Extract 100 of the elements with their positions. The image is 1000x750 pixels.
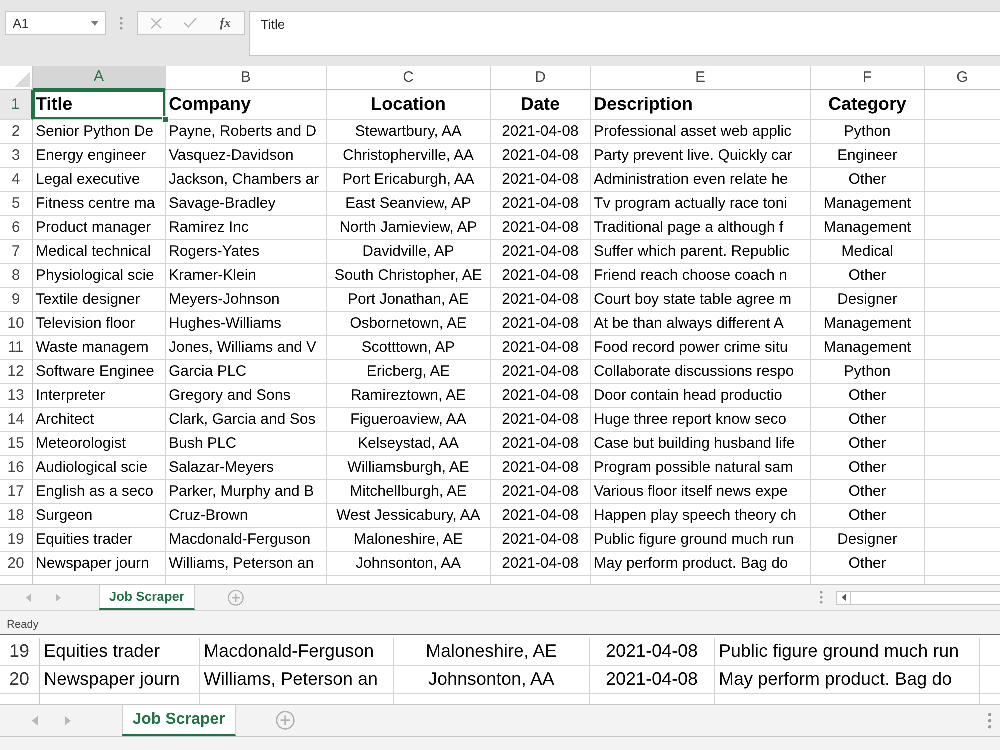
name-box[interactable]: A1 — [5, 11, 106, 35]
row-header[interactable]: 20 — [0, 552, 33, 576]
column-header[interactable]: F — [811, 66, 925, 90]
table-cell: Medical technical — [33, 240, 166, 264]
table-cell: May perform product. Bag do — [715, 666, 980, 694]
table-cell: Door contain head productio — [591, 384, 811, 408]
table-cell: Jackson, Chambers ar — [166, 168, 327, 192]
table-cell: Christopherville, AA — [327, 144, 491, 168]
table-cell: Food record power crime situ — [591, 336, 811, 360]
row-header[interactable]: 14 — [0, 408, 33, 432]
row-header[interactable]: 20 — [0, 666, 40, 694]
table-cell: Other — [811, 552, 925, 576]
table-cell: Program possible natural sam — [591, 456, 811, 480]
row-header[interactable]: 13 — [0, 384, 33, 408]
row-header[interactable]: 10 — [0, 312, 33, 336]
header-cell: Description — [591, 90, 811, 120]
sheet-tab[interactable]: Job Scraper — [99, 585, 195, 610]
caret-down-icon[interactable] — [91, 20, 99, 26]
row-header[interactable]: 5 — [0, 192, 33, 216]
row-header[interactable]: 1 — [0, 90, 33, 120]
table-cell: Energy engineer — [33, 144, 166, 168]
table-cell: South Christopher, AE — [327, 264, 491, 288]
plus-circle-icon[interactable] — [228, 590, 244, 606]
vertical-dots-icon[interactable] — [820, 591, 823, 604]
row-header[interactable]: 8 — [0, 264, 33, 288]
plus-circle-icon[interactable] — [276, 711, 295, 730]
row-header[interactable]: 6 — [0, 216, 33, 240]
header-cell: Company — [166, 90, 327, 120]
table-cell: Legal executive — [33, 168, 166, 192]
table-cell: Interpreter — [33, 384, 166, 408]
caret-right-icon[interactable] — [56, 594, 61, 602]
row-header[interactable]: 19 — [0, 638, 40, 666]
table-cell: Other — [811, 432, 925, 456]
row-header[interactable]: 12 — [0, 360, 33, 384]
table-cell: At be than always different A — [591, 312, 811, 336]
table-cell: Other — [811, 384, 925, 408]
vertical-dots-icon[interactable] — [988, 712, 992, 728]
table-cell: Architect — [33, 408, 166, 432]
table-cell: Medical — [811, 240, 925, 264]
table-cell: 2021-04-08 — [590, 638, 715, 666]
column-header[interactable]: E — [591, 66, 811, 90]
row-header[interactable]: 9 — [0, 288, 33, 312]
corner-triangle-icon[interactable] — [15, 72, 30, 87]
table-cell: Other — [811, 480, 925, 504]
row-header[interactable]: 2 — [0, 120, 33, 144]
table-cell: Equities trader — [33, 528, 166, 552]
table-cell: Designer — [811, 288, 925, 312]
table-cell: Physiological scie — [33, 264, 166, 288]
row-header[interactable]: 19 — [0, 528, 33, 552]
table-cell: Meyers-Johnson — [166, 288, 327, 312]
table-cell: Port Ericaburgh, AA — [327, 168, 491, 192]
table-cell: 2021-04-08 — [491, 120, 591, 144]
row-header[interactable]: 4 — [0, 168, 33, 192]
row-header[interactable]: 11 — [0, 336, 33, 360]
table-cell: Public figure ground much run — [591, 528, 811, 552]
table-cell: Traditional page a although f — [591, 216, 811, 240]
table-cell: Kelseystad, AA — [327, 432, 491, 456]
table-cell: 2021-04-08 — [491, 312, 591, 336]
row-header[interactable]: 3 — [0, 144, 33, 168]
table-cell: Bush PLC — [166, 432, 327, 456]
table-cell: Garcia PLC — [166, 360, 327, 384]
header-cell: Title — [33, 90, 166, 120]
horizontal-scrollbar[interactable] — [836, 590, 1000, 604]
row-header[interactable]: 7 — [0, 240, 33, 264]
column-header[interactable]: B — [166, 66, 327, 90]
square-handle-icon[interactable] — [162, 116, 169, 123]
caret-left-icon[interactable] — [842, 594, 846, 601]
row-header[interactable]: 17 — [0, 480, 33, 504]
table-cell: Ericberg, AE — [327, 360, 491, 384]
table-cell: 2021-04-08 — [491, 144, 591, 168]
row-header[interactable]: 18 — [0, 504, 33, 528]
table-cell: Osbornetown, AE — [327, 312, 491, 336]
column-header[interactable]: D — [491, 66, 591, 90]
vertical-dots-icon[interactable] — [120, 17, 123, 30]
row-header[interactable]: 16 — [0, 456, 33, 480]
column-header[interactable]: C — [327, 66, 491, 90]
formula-field[interactable]: Title — [249, 11, 1000, 56]
table-cell: Party prevent live. Quickly car — [591, 144, 811, 168]
insert-function-button[interactable]: fx — [219, 16, 232, 30]
table-cell: Python — [811, 360, 925, 384]
table-cell: Various floor itself news expe — [591, 480, 811, 504]
table-cell: May perform product. Bag do — [591, 552, 811, 576]
table-cell: 2021-04-08 — [491, 480, 591, 504]
row-header[interactable]: 15 — [0, 432, 33, 456]
table-cell: Kramer-Klein — [166, 264, 327, 288]
caret-right-icon[interactable] — [65, 716, 71, 726]
table-cell: Waste managem — [33, 336, 166, 360]
table-cell: 2021-04-08 — [491, 456, 591, 480]
column-header[interactable]: A — [33, 66, 166, 90]
table-cell: Johnsonton, AA — [327, 552, 491, 576]
table-cell: Engineer — [811, 144, 925, 168]
table-cell: Surgeon — [33, 504, 166, 528]
table-cell: Williams, Peterson an — [166, 552, 327, 576]
table-cell: Friend reach choose coach n — [591, 264, 811, 288]
table-cell: East Seanview, AP — [327, 192, 491, 216]
sheet-tab[interactable]: Job Scraper — [122, 705, 236, 736]
table-cell: Collaborate discussions respo — [591, 360, 811, 384]
table-cell: Maloneshire, AE — [394, 638, 590, 666]
table-cell: Management — [811, 336, 925, 360]
table-cell: Mitchellburgh, AE — [327, 480, 491, 504]
